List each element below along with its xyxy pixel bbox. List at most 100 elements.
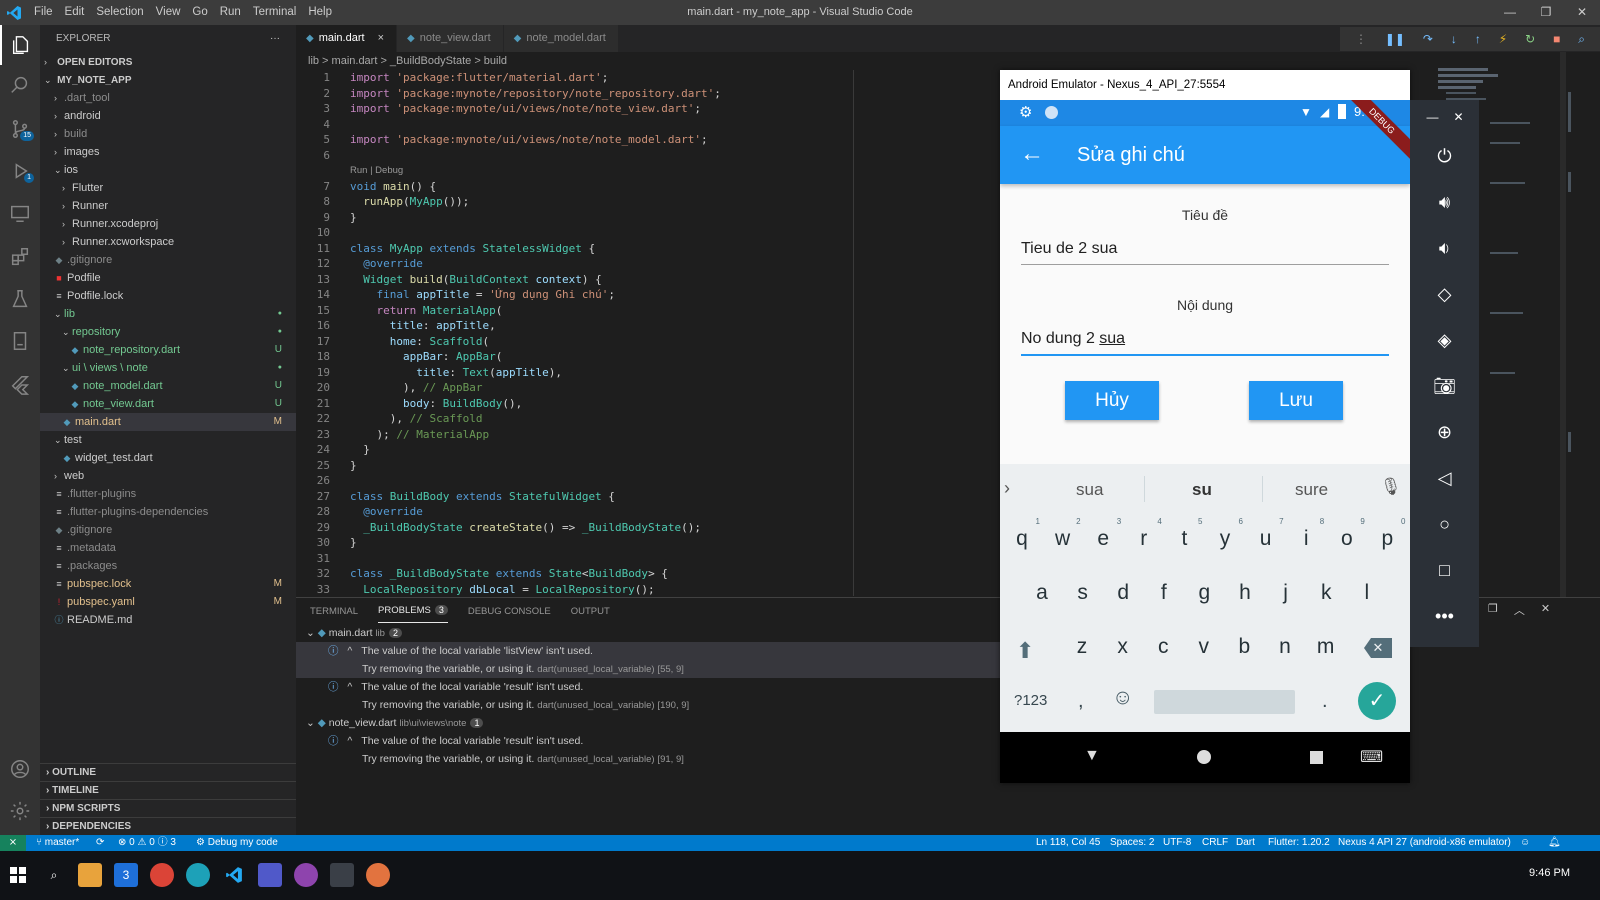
inspect-icon[interactable]: ⌕ <box>1578 32 1585 47</box>
search-taskbar-icon[interactable]: ⌕ <box>42 863 66 887</box>
app-purple-icon[interactable] <box>294 863 318 887</box>
menu-help[interactable]: Help <box>302 0 338 25</box>
cursor-position[interactable]: Ln 118, Col 45 <box>1036 835 1100 851</box>
backspace-icon[interactable]: ✕ <box>1364 638 1392 658</box>
key-l[interactable]: l <box>1347 581 1387 605</box>
key-b[interactable]: b <box>1224 635 1264 659</box>
tree-item[interactable]: › Runner.xcodeproj <box>40 215 296 233</box>
tree-item[interactable]: ◆ note_model.dart U <box>40 377 296 395</box>
section-npm-scripts[interactable]: › NPM SCRIPTS <box>40 799 296 817</box>
tree-item[interactable]: › web <box>40 467 296 485</box>
tree-item[interactable]: ■ Podfile <box>40 269 296 287</box>
indentation[interactable]: Spaces: 2 <box>1110 835 1154 851</box>
key-g[interactable]: g <box>1184 581 1224 605</box>
code-line[interactable]: 6 <box>296 148 1000 164</box>
rotate-right-icon[interactable]: ◈ <box>1410 330 1479 351</box>
tree-item[interactable]: ⌄ ios <box>40 161 296 179</box>
flutter-icon[interactable] <box>0 365 40 405</box>
problem-item[interactable]: ⓘ ^ The value of the local variable 'res… <box>296 678 1000 696</box>
line-ending[interactable]: CRLF <box>1202 835 1228 851</box>
language-mode[interactable]: Dart <box>1236 835 1255 851</box>
volume-up-icon[interactable]: 🔊︎ <box>1410 192 1479 213</box>
more-icon[interactable]: ••• <box>1410 606 1479 627</box>
code-line[interactable]: 5 import 'package:mynote/ui/views/note/no… <box>296 132 1000 148</box>
key-n[interactable]: n <box>1265 635 1305 659</box>
restore-icon[interactable]: ❐ <box>1528 0 1564 25</box>
key-s[interactable]: s <box>1063 581 1103 605</box>
breadcrumb[interactable]: lib > main.dart > _BuildBodyState > buil… <box>296 52 507 70</box>
key-k[interactable]: k <box>1306 581 1346 605</box>
key-q[interactable]: q1 <box>1002 517 1042 551</box>
settings-gear-icon[interactable] <box>0 791 40 831</box>
key-d[interactable]: d <box>1103 581 1143 605</box>
tab-debug-console[interactable]: DEBUG CONSOLE <box>468 606 551 617</box>
panel-maximize-icon[interactable]: ︿ <box>1514 602 1525 618</box>
drag-handle-icon[interactable]: ⋮ <box>1355 32 1367 46</box>
windows-start-icon[interactable] <box>6 863 30 887</box>
code-line[interactable]: 30} <box>296 535 1000 551</box>
tree-item[interactable]: ! pubspec.yaml M <box>40 593 296 611</box>
back-icon[interactable]: ◁ <box>1410 468 1479 489</box>
close-tab-icon[interactable]: × <box>378 25 384 52</box>
problem-item[interactable]: ⓘ ^ The value of the local variable 'res… <box>296 732 1000 750</box>
chevron-right-icon[interactable]: › <box>1004 478 1010 499</box>
menu-run[interactable]: Run <box>214 0 247 25</box>
project-root[interactable]: ⌄ MY_NOTE_APP <box>40 71 296 89</box>
tree-item[interactable]: › Runner <box>40 197 296 215</box>
key-i[interactable]: i8 <box>1286 517 1326 551</box>
key-o[interactable]: o9 <box>1327 517 1367 551</box>
done-check-icon[interactable]: ✓ <box>1358 682 1396 720</box>
vscode-taskbar-icon[interactable] <box>222 863 246 887</box>
step-over-icon[interactable]: ↷ <box>1423 32 1433 46</box>
code-editor[interactable]: 1 import 'package:flutter/material.dart';… <box>296 70 1000 596</box>
codelens-run-debug[interactable]: Run | Debug <box>296 163 1000 179</box>
tree-item[interactable]: › Flutter <box>40 179 296 197</box>
key-a[interactable]: a <box>1022 581 1062 605</box>
code-line[interactable]: 13 Widget build(BuildContext context) { <box>296 272 1000 288</box>
device-selector[interactable]: Nexus 4 API 27 (android-x86 emulator) <box>1338 835 1511 851</box>
key-r[interactable]: r4 <box>1124 517 1164 551</box>
git-branch[interactable]: ⑂ master* <box>36 835 79 851</box>
code-line[interactable]: 4 <box>296 117 1000 133</box>
tab-note-model-dart[interactable]: ◆ note_model.dart <box>503 25 619 52</box>
menu-file[interactable]: File <box>28 0 59 25</box>
key-m[interactable]: m <box>1306 635 1346 659</box>
bookmarks-icon[interactable] <box>0 321 40 361</box>
tree-item[interactable]: ≡ Podfile.lock <box>40 287 296 305</box>
save-button[interactable]: Lưu <box>1249 381 1343 420</box>
flutter-version[interactable]: Flutter: 1.20.2 <box>1268 835 1330 851</box>
code-line[interactable]: 19 title: Text(appTitle), <box>296 365 1000 381</box>
key-y[interactable]: y6 <box>1205 517 1245 551</box>
code-line[interactable]: 33 LocalRepository dbLocal = LocalReposi… <box>296 582 1000 597</box>
overview-icon[interactable]: □ <box>1410 560 1479 581</box>
code-line[interactable]: 31 <box>296 551 1000 567</box>
key-z[interactable]: z <box>1062 635 1102 659</box>
title-input[interactable]: Tieu de 2 sua <box>1021 240 1389 265</box>
encoding[interactable]: UTF-8 <box>1163 835 1191 851</box>
menu-edit[interactable]: Edit <box>59 0 91 25</box>
content-input[interactable]: No dung 2 sua <box>1021 330 1389 356</box>
tree-item[interactable]: ◆ note_repository.dart U <box>40 341 296 359</box>
zoom-icon[interactable]: ⊕ <box>1410 422 1479 443</box>
back-arrow-icon[interactable]: ← <box>1020 140 1044 168</box>
problem-item[interactable]: ⓘ ^ The value of the local variable 'lis… <box>296 642 1000 660</box>
tree-item[interactable]: ◆ note_view.dart U <box>40 395 296 413</box>
menu-go[interactable]: Go <box>186 0 213 25</box>
code-line[interactable]: 10 <box>296 225 1000 241</box>
keyboard-icon[interactable]: ⌨ <box>1360 747 1383 767</box>
camera-icon[interactable]: 📷︎ <box>1410 376 1479 397</box>
key-v[interactable]: v <box>1184 635 1224 659</box>
code-line[interactable]: 24 } <box>296 442 1000 458</box>
tree-item[interactable]: ⌄ ui \ views \ note ● <box>40 359 296 377</box>
code-line[interactable]: 16 title: appTitle, <box>296 318 1000 334</box>
section-outline[interactable]: › OUTLINE <box>40 763 296 781</box>
tree-item[interactable]: ≡ .flutter-plugins <box>40 485 296 503</box>
close-window-icon[interactable]: ✕ <box>1564 0 1600 25</box>
tree-item[interactable]: ≡ .metadata <box>40 539 296 557</box>
problems-file-group[interactable]: ⌄ ◆ note_view.dart lib\ui\views\note 1 <box>296 714 1000 732</box>
code-line[interactable]: 21 body: BuildBody(), <box>296 396 1000 412</box>
problems-file-group[interactable]: ⌄ ◆ main.dart lib 2 <box>296 624 1000 642</box>
code-line[interactable]: 27 class BuildBody extends StatefulWidget… <box>296 489 1000 505</box>
tree-item[interactable]: › build <box>40 125 296 143</box>
stop-icon[interactable]: ■ <box>1553 32 1560 46</box>
